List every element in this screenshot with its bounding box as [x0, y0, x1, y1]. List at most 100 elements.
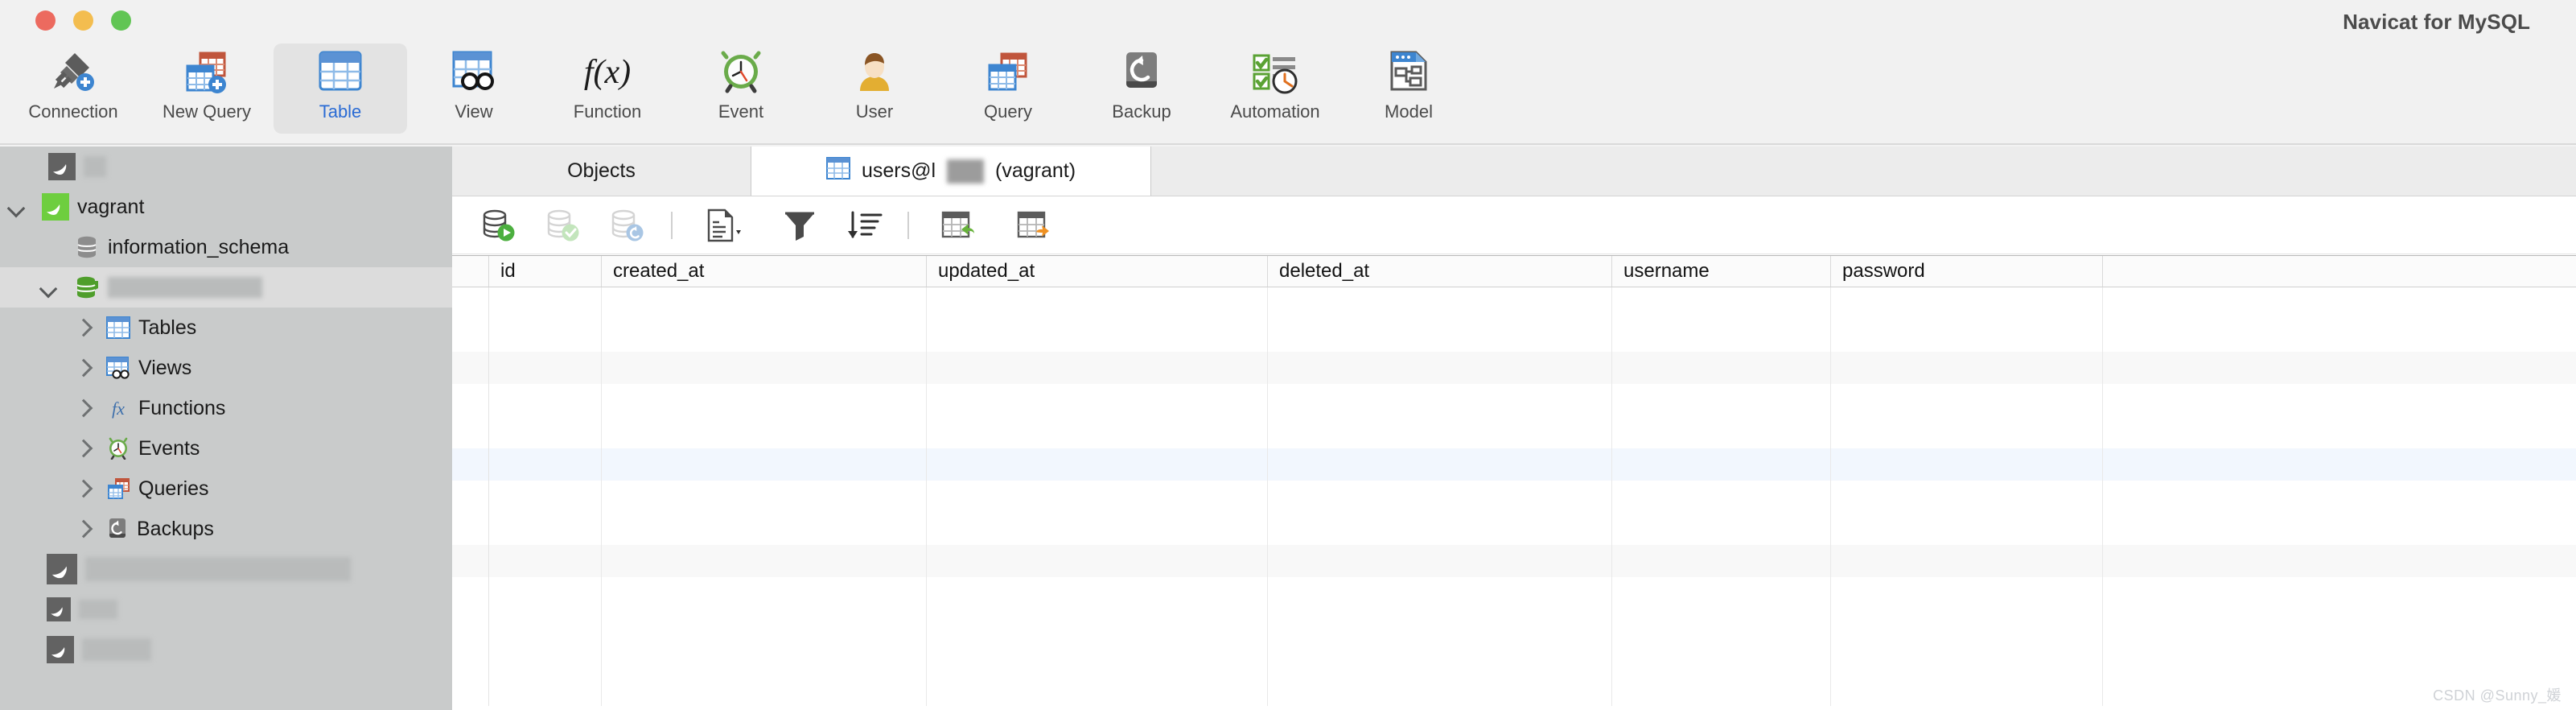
table-row[interactable] [452, 448, 2576, 481]
toolbar-button-function[interactable]: f(x) Function [541, 43, 674, 134]
table-cell[interactable] [1268, 416, 1612, 448]
table-cell[interactable] [489, 384, 602, 416]
table-cell[interactable] [927, 448, 1268, 481]
table-cell[interactable] [602, 416, 927, 448]
table-cell[interactable] [602, 642, 927, 674]
table-row[interactable] [452, 609, 2576, 642]
sidebar-item-functions[interactable]: fx Functions [0, 388, 452, 428]
table-cell[interactable] [1831, 384, 2103, 416]
table-cell[interactable] [2103, 609, 2576, 642]
table-cell[interactable] [1831, 448, 2103, 481]
table-cell[interactable] [1831, 416, 2103, 448]
close-button[interactable] [35, 10, 56, 31]
table-cell[interactable] [927, 384, 1268, 416]
table-cell[interactable] [1268, 384, 1612, 416]
table-cell[interactable] [602, 513, 927, 545]
table-cell[interactable] [927, 642, 1268, 674]
zoom-button[interactable] [111, 10, 131, 31]
table-cell[interactable] [489, 416, 602, 448]
toolbar-button-automation[interactable]: Automation [1208, 43, 1342, 134]
table-cell[interactable] [489, 674, 602, 706]
table-cell[interactable] [927, 545, 1268, 577]
grid-header-created-at[interactable]: created_at [602, 256, 927, 287]
export-wizard-icon[interactable] [998, 200, 1075, 250]
table-cell[interactable] [1831, 609, 2103, 642]
table-cell[interactable] [1612, 320, 1831, 352]
chevron-right-icon[interactable] [72, 398, 93, 419]
table-cell[interactable] [1268, 674, 1612, 706]
table-cell[interactable] [1612, 384, 1831, 416]
table-cell[interactable] [1831, 352, 2103, 384]
import-wizard-icon[interactable] [920, 200, 998, 250]
table-cell[interactable] [1831, 320, 2103, 352]
table-row[interactable] [452, 416, 2576, 448]
sort-icon[interactable] [832, 200, 896, 250]
table-cell[interactable] [2103, 513, 2576, 545]
grid-header-username[interactable]: username [1612, 256, 1831, 287]
table-row[interactable] [452, 545, 2576, 577]
table-cell[interactable] [489, 577, 602, 609]
table-cell[interactable] [489, 513, 602, 545]
sidebar-item-views[interactable]: Views [0, 348, 452, 388]
table-cell[interactable] [1831, 642, 2103, 674]
commit-icon[interactable] [531, 200, 595, 250]
table-cell[interactable] [927, 352, 1268, 384]
sidebar-item-active-database[interactable] [0, 267, 452, 308]
table-cell[interactable] [1268, 481, 1612, 513]
sidebar-connection-redacted-3[interactable] [0, 630, 452, 670]
table-cell[interactable] [1612, 416, 1831, 448]
rollback-icon[interactable] [595, 200, 660, 250]
grid-body[interactable] [452, 287, 2576, 706]
table-cell[interactable] [1268, 577, 1612, 609]
chevron-right-icon[interactable] [72, 357, 93, 378]
table-cell[interactable] [1612, 577, 1831, 609]
table-cell[interactable] [2103, 545, 2576, 577]
table-cell[interactable] [602, 448, 927, 481]
table-cell[interactable] [1268, 609, 1612, 642]
table-cell[interactable] [602, 577, 927, 609]
begin-transaction-icon[interactable] [467, 200, 531, 250]
table-cell[interactable] [602, 287, 927, 320]
table-row[interactable] [452, 674, 2576, 706]
table-cell[interactable] [1612, 448, 1831, 481]
sidebar-item-tables[interactable]: Tables [0, 308, 452, 348]
table-row[interactable] [452, 320, 2576, 352]
grid-header-deleted-at[interactable]: deleted_at [1268, 256, 1612, 287]
table-cell[interactable] [602, 481, 927, 513]
toolbar-button-backup[interactable]: Backup [1075, 43, 1208, 134]
table-cell[interactable] [1831, 481, 2103, 513]
grid-header-id[interactable]: id [489, 256, 602, 287]
table-cell[interactable] [2103, 416, 2576, 448]
chevron-right-icon[interactable] [72, 438, 93, 459]
toolbar-button-query[interactable]: Query [941, 43, 1075, 134]
table-cell[interactable] [1268, 545, 1612, 577]
tab-users-table[interactable]: users@l (vagrant) [751, 147, 1151, 196]
table-cell[interactable] [489, 481, 602, 513]
chevron-down-icon[interactable] [6, 196, 27, 217]
sidebar-item-events[interactable]: Events [0, 428, 452, 469]
sidebar-item-backups[interactable]: Backups [0, 509, 452, 549]
sidebar-connection-redacted-1[interactable] [0, 549, 452, 589]
table-cell[interactable] [1268, 642, 1612, 674]
table-cell[interactable] [927, 287, 1268, 320]
toolbar-button-view[interactable]: View [407, 43, 541, 134]
table-cell[interactable] [602, 352, 927, 384]
table-cell[interactable] [2103, 384, 2576, 416]
table-cell[interactable] [927, 320, 1268, 352]
minimize-button[interactable] [73, 10, 93, 31]
table-cell[interactable] [2103, 481, 2576, 513]
table-cell[interactable] [2103, 320, 2576, 352]
table-cell[interactable] [927, 577, 1268, 609]
table-cell[interactable] [489, 545, 602, 577]
table-cell[interactable] [1268, 352, 1612, 384]
table-cell[interactable] [2103, 642, 2576, 674]
chevron-down-icon[interactable] [39, 277, 60, 298]
sidebar-item-queries[interactable]: Queries [0, 469, 452, 509]
table-cell[interactable] [489, 352, 602, 384]
data-grid[interactable]: id created_at updated_at deleted_at user… [452, 255, 2576, 710]
table-cell[interactable] [1268, 287, 1612, 320]
table-row[interactable] [452, 513, 2576, 545]
table-cell[interactable] [489, 448, 602, 481]
table-row[interactable] [452, 642, 2576, 674]
table-cell[interactable] [602, 609, 927, 642]
